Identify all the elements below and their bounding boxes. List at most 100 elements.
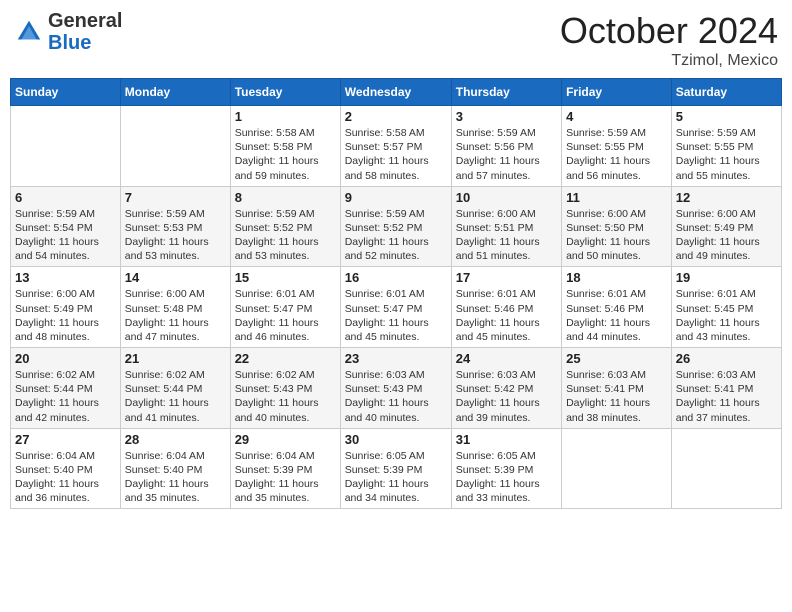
cell-day-info: Sunrise: 6:04 AM Sunset: 5:40 PM Dayligh…	[125, 449, 226, 506]
cell-day-number: 11	[566, 190, 667, 205]
cell-day-number: 5	[676, 109, 777, 124]
calendar-cell: 26 Sunrise: 6:03 AM Sunset: 5:41 PM Dayli…	[671, 348, 781, 429]
cell-day-number: 23	[345, 351, 447, 366]
calendar-week-row: 1 Sunrise: 5:58 AM Sunset: 5:58 PM Daylig…	[11, 106, 782, 187]
cell-day-number: 21	[125, 351, 226, 366]
cell-day-info: Sunrise: 6:05 AM Sunset: 5:39 PM Dayligh…	[345, 449, 447, 506]
cell-day-number: 12	[676, 190, 777, 205]
weekday-header: Thursday	[451, 79, 561, 106]
calendar-week-row: 27 Sunrise: 6:04 AM Sunset: 5:40 PM Dayli…	[11, 428, 782, 509]
calendar-cell: 25 Sunrise: 6:03 AM Sunset: 5:41 PM Dayli…	[562, 348, 672, 429]
calendar-cell: 10 Sunrise: 6:00 AM Sunset: 5:51 PM Dayli…	[451, 186, 561, 267]
calendar-header: SundayMondayTuesdayWednesdayThursdayFrid…	[11, 79, 782, 106]
cell-day-number: 26	[676, 351, 777, 366]
page-header: General Blue October 2024 Tzimol, Mexico	[10, 10, 782, 70]
cell-day-info: Sunrise: 6:02 AM Sunset: 5:43 PM Dayligh…	[235, 368, 336, 425]
calendar-cell	[671, 428, 781, 509]
cell-day-info: Sunrise: 6:03 AM Sunset: 5:41 PM Dayligh…	[676, 368, 777, 425]
logo-blue-text: Blue	[48, 32, 122, 54]
calendar-cell: 5 Sunrise: 5:59 AM Sunset: 5:55 PM Daylig…	[671, 106, 781, 187]
cell-day-number: 22	[235, 351, 336, 366]
cell-day-info: Sunrise: 6:00 AM Sunset: 5:51 PM Dayligh…	[456, 207, 557, 264]
cell-day-info: Sunrise: 6:00 AM Sunset: 5:48 PM Dayligh…	[125, 287, 226, 344]
cell-day-info: Sunrise: 5:59 AM Sunset: 5:53 PM Dayligh…	[125, 207, 226, 264]
cell-day-number: 8	[235, 190, 336, 205]
cell-day-info: Sunrise: 6:01 AM Sunset: 5:47 PM Dayligh…	[235, 287, 336, 344]
cell-day-number: 2	[345, 109, 447, 124]
cell-day-number: 10	[456, 190, 557, 205]
calendar-cell: 20 Sunrise: 6:02 AM Sunset: 5:44 PM Dayli…	[11, 348, 121, 429]
cell-day-info: Sunrise: 5:59 AM Sunset: 5:54 PM Dayligh…	[15, 207, 116, 264]
cell-day-info: Sunrise: 6:02 AM Sunset: 5:44 PM Dayligh…	[15, 368, 116, 425]
calendar-cell: 28 Sunrise: 6:04 AM Sunset: 5:40 PM Dayli…	[120, 428, 230, 509]
cell-day-info: Sunrise: 5:59 AM Sunset: 5:52 PM Dayligh…	[235, 207, 336, 264]
cell-day-info: Sunrise: 6:01 AM Sunset: 5:46 PM Dayligh…	[456, 287, 557, 344]
cell-day-number: 31	[456, 432, 557, 447]
cell-day-number: 13	[15, 270, 116, 285]
cell-day-info: Sunrise: 5:59 AM Sunset: 5:55 PM Dayligh…	[676, 126, 777, 183]
calendar-table: SundayMondayTuesdayWednesdayThursdayFrid…	[10, 78, 782, 509]
cell-day-info: Sunrise: 5:58 AM Sunset: 5:58 PM Dayligh…	[235, 126, 336, 183]
title-block: October 2024 Tzimol, Mexico	[560, 10, 778, 70]
logo-text: General Blue	[48, 10, 122, 54]
cell-day-info: Sunrise: 6:04 AM Sunset: 5:40 PM Dayligh…	[15, 449, 116, 506]
cell-day-info: Sunrise: 6:04 AM Sunset: 5:39 PM Dayligh…	[235, 449, 336, 506]
calendar-week-row: 6Sunrise: 5:59 AM Sunset: 5:54 PM Daylig…	[11, 186, 782, 267]
calendar-cell: 2 Sunrise: 5:58 AM Sunset: 5:57 PM Daylig…	[340, 106, 451, 187]
calendar-cell: 13 Sunrise: 6:00 AM Sunset: 5:49 PM Dayli…	[11, 267, 121, 348]
cell-day-info: Sunrise: 6:00 AM Sunset: 5:49 PM Dayligh…	[676, 207, 777, 264]
calendar-cell: 29Sunrise: 6:04 AM Sunset: 5:39 PM Dayli…	[230, 428, 340, 509]
cell-day-number: 19	[676, 270, 777, 285]
weekday-header: Saturday	[671, 79, 781, 106]
cell-day-number: 3	[456, 109, 557, 124]
cell-day-info: Sunrise: 5:59 AM Sunset: 5:55 PM Dayligh…	[566, 126, 667, 183]
cell-day-number: 28	[125, 432, 226, 447]
calendar-cell: 22 Sunrise: 6:02 AM Sunset: 5:43 PM Dayli…	[230, 348, 340, 429]
calendar-cell: 12 Sunrise: 6:00 AM Sunset: 5:49 PM Dayli…	[671, 186, 781, 267]
cell-day-number: 16	[345, 270, 447, 285]
cell-day-info: Sunrise: 6:01 AM Sunset: 5:45 PM Dayligh…	[676, 287, 777, 344]
calendar-cell: 19 Sunrise: 6:01 AM Sunset: 5:45 PM Dayli…	[671, 267, 781, 348]
calendar-week-row: 20 Sunrise: 6:02 AM Sunset: 5:44 PM Dayli…	[11, 348, 782, 429]
calendar-cell: 8 Sunrise: 5:59 AM Sunset: 5:52 PM Daylig…	[230, 186, 340, 267]
cell-day-info: Sunrise: 6:03 AM Sunset: 5:41 PM Dayligh…	[566, 368, 667, 425]
calendar-cell: 18Sunrise: 6:01 AM Sunset: 5:46 PM Dayli…	[562, 267, 672, 348]
cell-day-number: 9	[345, 190, 447, 205]
cell-day-number: 25	[566, 351, 667, 366]
cell-day-info: Sunrise: 5:59 AM Sunset: 5:52 PM Dayligh…	[345, 207, 447, 264]
cell-day-number: 20	[15, 351, 116, 366]
cell-day-number: 15	[235, 270, 336, 285]
cell-day-info: Sunrise: 6:00 AM Sunset: 5:50 PM Dayligh…	[566, 207, 667, 264]
calendar-cell: 30 Sunrise: 6:05 AM Sunset: 5:39 PM Dayli…	[340, 428, 451, 509]
weekday-header: Friday	[562, 79, 672, 106]
calendar-cell: 6Sunrise: 5:59 AM Sunset: 5:54 PM Daylig…	[11, 186, 121, 267]
cell-day-number: 17	[456, 270, 557, 285]
calendar-cell: 11 Sunrise: 6:00 AM Sunset: 5:50 PM Dayli…	[562, 186, 672, 267]
weekday-row: SundayMondayTuesdayWednesdayThursdayFrid…	[11, 79, 782, 106]
cell-day-info: Sunrise: 5:58 AM Sunset: 5:57 PM Dayligh…	[345, 126, 447, 183]
cell-day-number: 27	[15, 432, 116, 447]
logo-general-text: General	[48, 10, 122, 32]
cell-day-number: 1	[235, 109, 336, 124]
calendar-cell: 1 Sunrise: 5:58 AM Sunset: 5:58 PM Daylig…	[230, 106, 340, 187]
calendar-cell: 16 Sunrise: 6:01 AM Sunset: 5:47 PM Dayli…	[340, 267, 451, 348]
cell-day-info: Sunrise: 5:59 AM Sunset: 5:56 PM Dayligh…	[456, 126, 557, 183]
cell-day-number: 7	[125, 190, 226, 205]
cell-day-info: Sunrise: 6:03 AM Sunset: 5:43 PM Dayligh…	[345, 368, 447, 425]
calendar-cell: 3 Sunrise: 5:59 AM Sunset: 5:56 PM Daylig…	[451, 106, 561, 187]
cell-day-number: 24	[456, 351, 557, 366]
page-subtitle: Tzimol, Mexico	[560, 52, 778, 70]
cell-day-number: 14	[125, 270, 226, 285]
calendar-cell: 24Sunrise: 6:03 AM Sunset: 5:42 PM Dayli…	[451, 348, 561, 429]
cell-day-number: 4	[566, 109, 667, 124]
cell-day-info: Sunrise: 6:01 AM Sunset: 5:46 PM Dayligh…	[566, 287, 667, 344]
cell-day-info: Sunrise: 6:05 AM Sunset: 5:39 PM Dayligh…	[456, 449, 557, 506]
cell-day-info: Sunrise: 6:01 AM Sunset: 5:47 PM Dayligh…	[345, 287, 447, 344]
calendar-cell: 23 Sunrise: 6:03 AM Sunset: 5:43 PM Dayli…	[340, 348, 451, 429]
cell-day-number: 30	[345, 432, 447, 447]
calendar-cell	[120, 106, 230, 187]
weekday-header: Sunday	[11, 79, 121, 106]
calendar-cell: 4 Sunrise: 5:59 AM Sunset: 5:55 PM Daylig…	[562, 106, 672, 187]
cell-day-info: Sunrise: 6:00 AM Sunset: 5:49 PM Dayligh…	[15, 287, 116, 344]
calendar-body: 1 Sunrise: 5:58 AM Sunset: 5:58 PM Daylig…	[11, 106, 782, 509]
